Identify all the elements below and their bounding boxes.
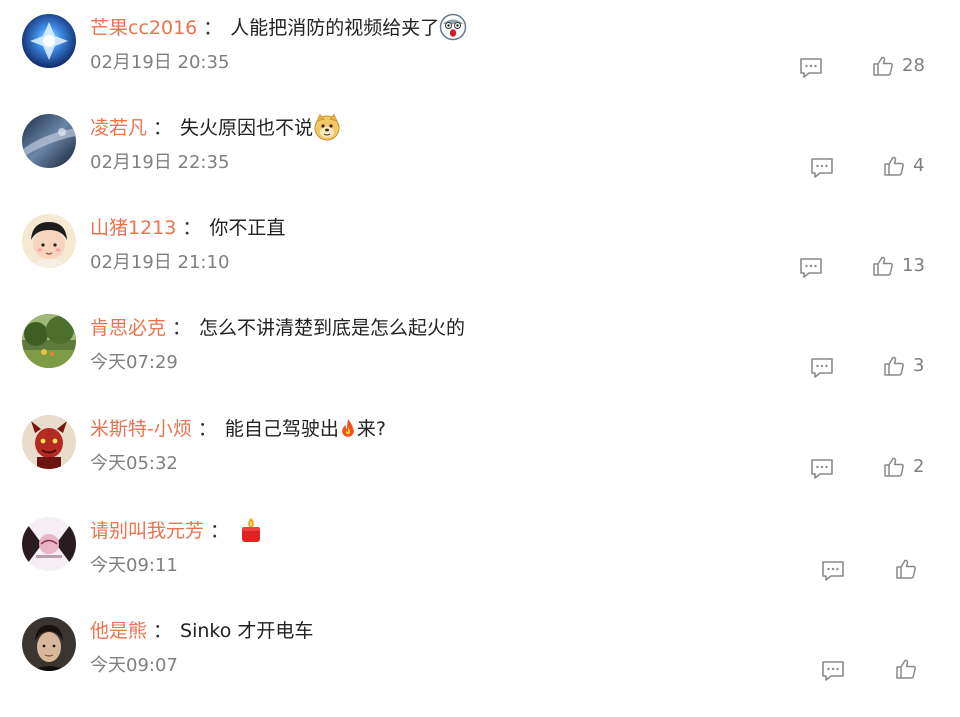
separator: ： xyxy=(210,520,230,542)
separator: ： xyxy=(153,117,173,139)
like-count: 13 xyxy=(902,255,925,276)
reply-icon[interactable] xyxy=(809,156,835,180)
avatar[interactable] xyxy=(22,617,76,671)
reply-icon[interactable] xyxy=(798,56,824,80)
comment-line: 米斯特-小烦： 能自己驾驶出 来? xyxy=(90,415,386,443)
like-button[interactable]: 13 xyxy=(872,255,925,281)
separator: ： xyxy=(203,17,223,39)
comment-line: 请别叫我元芳 ： xyxy=(90,517,265,545)
reply-icon[interactable] xyxy=(809,356,835,380)
comment-item: 他是熊 ： Sinko 才开电车 今天09:07 xyxy=(0,617,960,717)
separator: ： xyxy=(197,418,217,440)
thumbs-up-icon xyxy=(883,355,905,377)
username-link[interactable]: 凌若凡 xyxy=(90,117,147,139)
comment-text: 失火原因也不说 xyxy=(180,117,314,139)
reply-icon[interactable] xyxy=(820,659,846,683)
candle-emoji-icon xyxy=(237,516,265,544)
reply-icon[interactable] xyxy=(809,457,835,481)
fire-emoji-icon xyxy=(339,418,357,438)
thumbs-up-icon xyxy=(872,255,894,277)
like-button[interactable]: 4 xyxy=(883,155,924,181)
comment-line: 肯思必克 ： 怎么不讲清楚到底是怎么起火的 xyxy=(90,314,465,342)
reply-icon[interactable] xyxy=(798,256,824,280)
comment-time: 今天07:29 xyxy=(90,352,178,373)
username-link[interactable]: 肯思必克 xyxy=(90,317,166,339)
like-button[interactable]: 2 xyxy=(883,456,924,482)
comment-time: 02月19日 21:10 xyxy=(90,252,230,273)
comment-line: 凌若凡 ： 失火原因也不说 xyxy=(90,113,341,142)
comment-item: 肯思必克 ： 怎么不讲清楚到底是怎么起火的 今天07:29 3 xyxy=(0,314,960,414)
like-count: 28 xyxy=(902,55,925,76)
like-button[interactable] xyxy=(895,558,917,584)
comment-line: 山猪1213 ： 你不正直 xyxy=(90,214,285,242)
comment-text-before: 能自己驾驶出 xyxy=(224,418,339,440)
comment-time: 今天09:07 xyxy=(90,655,178,676)
username-link[interactable]: 请别叫我元芳 xyxy=(90,520,204,542)
like-button[interactable] xyxy=(895,658,917,684)
comment-line: 芒果cc2016 ： 人能把消防的视频给夹了 xyxy=(90,13,467,42)
reply-icon[interactable] xyxy=(820,559,846,583)
avatar[interactable] xyxy=(22,314,76,368)
like-count: 3 xyxy=(913,355,925,376)
comment-list: 芒果cc2016 ： 人能把消防的视频给夹了 02月19日 20:35 28 凌若凡… xyxy=(0,0,960,698)
comment-item: 米斯特-小烦： 能自己驾驶出 来? 今天05:32 2 xyxy=(0,415,960,515)
separator: ： xyxy=(153,620,173,642)
doge-emoji-icon xyxy=(313,113,341,141)
comment-time: 02月19日 20:35 xyxy=(90,52,230,73)
like-count: 4 xyxy=(913,155,925,176)
thumbs-up-icon xyxy=(895,658,917,680)
avatar[interactable] xyxy=(22,415,76,469)
comment-item: 芒果cc2016 ： 人能把消防的视频给夹了 02月19日 20:35 28 xyxy=(0,13,960,114)
comment-time: 今天09:11 xyxy=(90,555,178,576)
panic-face-emoji-icon xyxy=(439,13,467,41)
username-link[interactable]: 他是熊 xyxy=(90,620,147,642)
avatar[interactable] xyxy=(22,14,76,68)
comment-text: 你不正直 xyxy=(209,217,286,239)
separator: ： xyxy=(172,317,192,339)
avatar[interactable] xyxy=(22,214,76,268)
comment-text: 怎么不讲清楚到底是怎么起火的 xyxy=(199,317,466,339)
comment-time: 今天05:32 xyxy=(90,453,178,474)
comment-item: 山猪1213 ： 你不正直 02月19日 21:10 13 xyxy=(0,214,960,314)
avatar[interactable] xyxy=(22,114,76,168)
thumbs-up-icon xyxy=(872,55,894,77)
like-button[interactable]: 3 xyxy=(883,355,924,381)
like-count: 2 xyxy=(913,456,925,477)
thumbs-up-icon xyxy=(883,456,905,478)
separator: ： xyxy=(182,217,202,239)
comment-time: 02月19日 22:35 xyxy=(90,152,230,173)
comment-text: 人能把消防的视频给夹了 xyxy=(230,17,440,39)
thumbs-up-icon xyxy=(883,155,905,177)
avatar[interactable] xyxy=(22,517,76,571)
comment-item: 凌若凡 ： 失火原因也不说 02月19日 22:35 4 xyxy=(0,113,960,214)
comment-text: Sinko 才开电车 xyxy=(180,620,314,642)
comment-line: 他是熊 ： Sinko 才开电车 xyxy=(90,617,313,645)
comment-text-after: 来? xyxy=(356,418,386,440)
username-link[interactable]: 芒果cc2016 xyxy=(90,17,197,39)
username-link[interactable]: 山猪1213 xyxy=(90,217,176,239)
comment-item: 请别叫我元芳 ： 今天09:11 xyxy=(0,517,960,617)
thumbs-up-icon xyxy=(895,558,917,580)
username-link[interactable]: 米斯特-小烦 xyxy=(90,418,192,440)
like-button[interactable]: 28 xyxy=(872,55,925,81)
